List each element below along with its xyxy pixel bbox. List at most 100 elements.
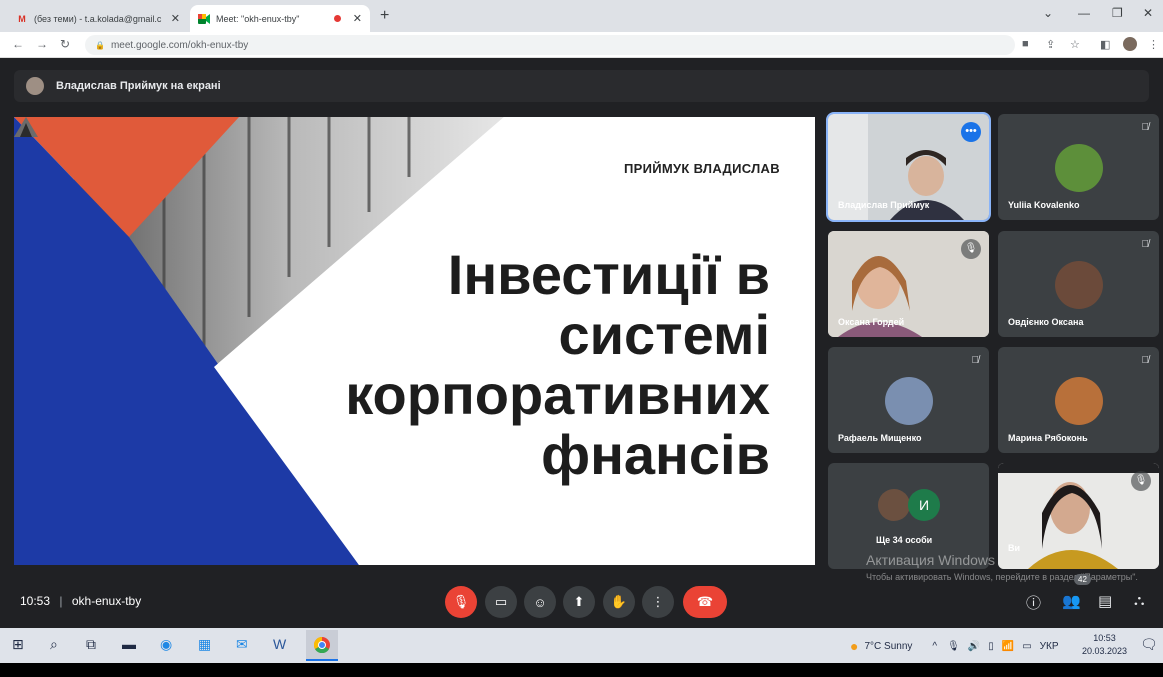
keyboard-icon[interactable]: ▭ [1022,641,1031,652]
gmail-icon: M [18,13,26,24]
slide-title-line: фнансів [541,423,770,486]
browser-tab-strip: M (без теми) - t.a.kolada@gmail.c ✕ Meet… [0,0,1163,32]
camera-in-use-icon[interactable]: ■ [1022,38,1029,50]
mic-off-icon: 🎙̸ [1141,239,1150,250]
participant-name: Овдієнко Оксана [1008,317,1084,327]
reactions-button[interactable]: ☺ [524,586,556,618]
participant-tile[interactable]: 🎙̸ Марина Рябоконь [998,347,1159,453]
task-view-icon[interactable]: ⧉ [86,636,96,653]
close-window-button[interactable]: ✕ [1143,6,1153,20]
slide-title: Інвестиції в системі корпоративних фнанс… [250,245,770,485]
avatar [885,377,933,425]
side-panel-icon[interactable]: ◧ [1100,38,1110,51]
participant-tile[interactable]: 🎙 Оксана Гордей [828,231,989,337]
address-bar[interactable]: 🔒 meet.google.com/okh-enux-tby [85,35,1015,55]
activities-icon[interactable]: ⛬ [1134,592,1145,609]
forward-icon[interactable]: → [36,37,48,51]
presenter-text: Владислав Приймук на екрані [56,80,221,92]
tab-search-icon[interactable]: ⌄ [1043,6,1053,20]
menu-icon[interactable]: ⋮ [1148,38,1159,51]
weather-sun-icon: ● [850,638,859,654]
maximize-button[interactable]: ❐ [1112,6,1123,20]
mic-off-icon: 🎙̸ [971,355,980,366]
tab-meet[interactable]: Meet: "okh-enux-tby" ✕ [190,5,370,32]
mail-icon[interactable]: ✉ [236,636,248,653]
mic-off-icon: 🎙̸ [1141,122,1150,133]
word-icon[interactable]: W [273,636,286,652]
separator: | [59,594,63,608]
microphone-icon[interactable]: 🎙 [947,641,960,652]
recording-icon [333,15,341,22]
participant-tile[interactable]: 🎙̸ Рафаель Мищенко [828,347,989,453]
presenter-banner: Владислав Приймук на екрані [14,70,1149,102]
meeting-info: 10:53 | okh-enux-tby [20,594,141,608]
avatar: И [908,489,940,521]
meet-window: Владислав Приймук на екрані ПРИЙМУК ВЛАД… [0,58,1163,628]
bookmark-star-icon[interactable]: ☆ [1070,38,1080,51]
participant-tile[interactable]: 🎙̸ Овдієнко Оксана [998,231,1159,337]
participant-name: Yuliia Kovalenko [1008,200,1080,210]
avatar [878,489,910,521]
reload-icon[interactable]: ↻ [60,37,70,51]
tab-title: Meet: "okh-enux-tby" [216,13,300,24]
search-icon[interactable]: ⌕ [50,636,58,653]
battery-icon[interactable]: ▯ [988,641,994,652]
windows-start-icon[interactable]: ⊞ [12,636,24,653]
mic-off-icon: 🎙 [1131,471,1151,491]
tab-title: (без теми) - t.a.kolada@gmail.c [34,13,162,24]
mic-off-icon: 🎙 [961,239,981,259]
meet-control-bar: 10:53 | okh-enux-tby 🎙 ▭ ☺ ⬆ ✋ ⋮ ☎ ⓘ 👥 4… [0,574,1163,628]
clock-date: 20.03.2023 [1082,646,1128,656]
people-icon[interactable]: 👥 [1062,592,1081,610]
more-options-icon[interactable]: ••• [961,122,981,142]
close-tab-icon[interactable]: ✕ [353,12,362,25]
avatar [26,77,44,95]
participant-tile[interactable]: ••• Владислав Приймук [826,112,991,222]
taskbar-clock[interactable]: 10:53 20.03.2023 [1082,632,1127,658]
show-hidden-icons-icon[interactable]: ^ [932,641,937,652]
close-tab-icon[interactable]: ✕ [171,12,180,25]
slide-author: ПРИЙМУК ВЛАДИСЛАВ [624,161,780,176]
meeting-details-icon[interactable]: ⓘ [1026,592,1041,613]
avatar [1055,144,1103,192]
clock-time: 10:53 [1093,633,1116,643]
participant-name: Ще 34 особи [876,535,933,545]
chat-icon[interactable]: ▤ [1098,592,1112,610]
activation-title: Активация Windows [866,552,996,568]
mic-off-icon: 🎙̸ [1141,355,1150,366]
meeting-code: okh-enux-tby [71,594,142,608]
chrome-icon[interactable] [306,630,338,661]
browser-toolbar: ← → ↻ 🔒 meet.google.com/okh-enux-tby ■ ⇪… [0,32,1163,58]
language-indicator[interactable]: УКР [1040,641,1059,652]
notifications-icon[interactable]: 🗨 [1140,636,1158,653]
system-tray: ● 7°C Sunny ^ 🎙 🔊 ▯ 📶 ▭ УКР [850,638,1059,654]
weather-text[interactable]: 7°C Sunny [864,641,912,652]
file-explorer-icon[interactable]: ▬ [122,636,136,652]
camera-toggle-button[interactable]: ▭ [485,586,517,618]
network-icon[interactable]: 📶 [1002,641,1014,652]
participant-name: Владислав Приймук [838,200,930,210]
lock-icon: 🔒 [95,40,105,50]
raise-hand-button[interactable]: ✋ [603,586,635,618]
store-icon[interactable]: ▦ [198,636,211,653]
participants-count-badge: 42 [1074,574,1091,585]
share-icon[interactable]: ⇪ [1046,38,1055,51]
minimize-button[interactable]: — [1078,6,1090,20]
tab-gmail[interactable]: M (без теми) - t.a.kolada@gmail.c ✕ [8,5,188,32]
slide-title-line: системі [558,303,770,366]
present-screen-button[interactable]: ⬆ [563,586,595,618]
avatar [1055,261,1103,309]
slide-title-line: Інвестиції в [447,243,770,306]
profile-avatar[interactable] [1123,37,1137,51]
slide-title-line: корпоративних [345,363,770,426]
volume-icon[interactable]: 🔊 [968,641,980,652]
meet-icon [198,13,210,25]
mic-toggle-button[interactable]: 🎙 [445,586,477,618]
end-call-button[interactable]: ☎ [683,586,727,618]
edge-icon[interactable]: ◉ [160,636,172,653]
back-icon[interactable]: ← [12,37,24,51]
more-options-button[interactable]: ⋮ [642,586,674,618]
participant-tile[interactable]: 🎙̸ Yuliia Kovalenko [998,114,1159,220]
slide-logo-icon [14,117,38,137]
new-tab-button[interactable]: + [380,7,389,25]
